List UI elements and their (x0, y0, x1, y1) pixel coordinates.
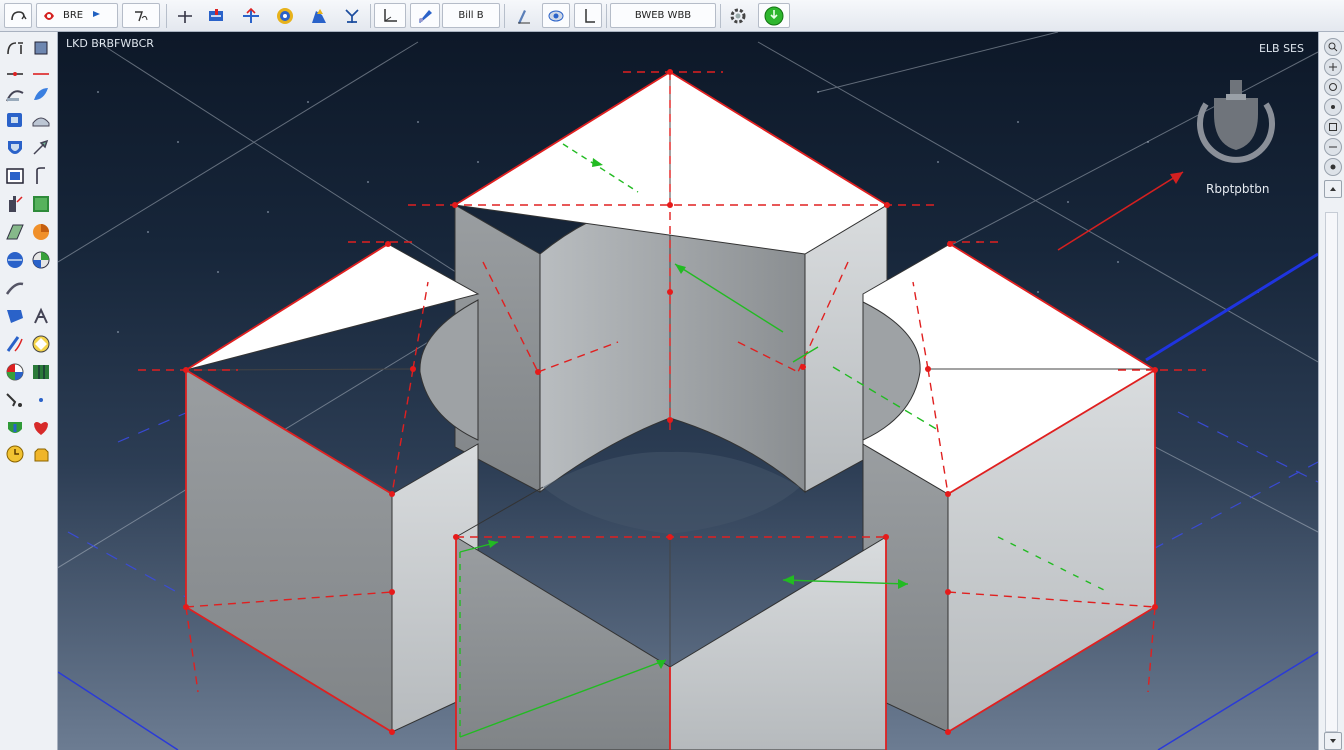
line-tool-icon[interactable] (4, 64, 26, 84)
trace-icon (135, 10, 148, 21)
pocket-tool-icon[interactable] (4, 194, 26, 214)
compass-tool-icon[interactable] (4, 418, 26, 438)
sphere-tool-icon[interactable] (4, 222, 26, 242)
scroll-up-button[interactable] (1324, 180, 1342, 198)
pattern-tool-icon[interactable] (4, 306, 26, 326)
navigation-strip (1318, 32, 1344, 750)
fillet-tool-icon[interactable] (30, 166, 52, 186)
main-toolbar: BRE Bill B BWEB WBB (0, 0, 1344, 32)
gear-button[interactable] (724, 3, 752, 28)
box-tool-icon[interactable] (30, 38, 52, 58)
viewport-title-label: LKD BRBFWBCR (66, 37, 154, 50)
red-sketch-icon (44, 11, 54, 20)
brush-button[interactable] (410, 3, 440, 28)
scene-canvas (58, 32, 1318, 750)
blue-axis-line (1145, 252, 1318, 362)
link-tool-icon[interactable] (4, 250, 26, 270)
rotate-button[interactable] (270, 3, 300, 28)
brush-icon (419, 9, 432, 23)
sketch-tool-icon[interactable] (4, 84, 26, 104)
align-button[interactable] (338, 3, 366, 28)
sweep-tool-icon[interactable] (30, 110, 52, 130)
ruler-button[interactable] (510, 3, 538, 28)
solid-back (453, 71, 888, 494)
look-icon[interactable] (1324, 98, 1342, 116)
sector-tool-icon[interactable] (30, 222, 52, 242)
cad-application: BRE Bill B BWEB WBB LKD BRBFWBCR ELB SES… (0, 0, 1344, 750)
view-cube-label: Rbptpbtbn (1206, 182, 1270, 196)
dimension-button[interactable] (202, 3, 230, 28)
gear-icon (730, 8, 746, 23)
solid-right (862, 243, 1156, 733)
mode-button-group[interactable]: BRE (36, 3, 118, 28)
solid-left (185, 243, 480, 733)
flag-icon (93, 10, 101, 22)
eye-render-icon (548, 10, 564, 21)
red-direction-arrow (1057, 171, 1184, 251)
dot-tool-icon[interactable] (30, 390, 52, 410)
view-group-label: BWEB WBB (634, 10, 692, 21)
point-tool-icon[interactable] (4, 362, 26, 382)
material-tool-icon[interactable] (30, 362, 52, 382)
mode-label: BRE (63, 10, 84, 21)
edit-group-label: Bill B (458, 10, 484, 21)
rib-tool-icon[interactable] (30, 138, 52, 158)
move-arrows-icon (243, 7, 259, 23)
zoom-icon[interactable] (1324, 38, 1342, 56)
scroll-down-button[interactable] (1324, 732, 1342, 750)
measure-tool-icon[interactable] (30, 64, 52, 84)
arc-arrow-icon (11, 10, 27, 20)
snap-tool-icon[interactable] (30, 334, 52, 354)
assembly-tool-icon[interactable] (4, 334, 26, 354)
curve-tool-icon[interactable] (4, 278, 26, 298)
plane-tool-icon[interactable] (30, 194, 52, 214)
run-button[interactable] (758, 3, 790, 28)
dimension-icon (209, 8, 223, 21)
baseline-button[interactable] (574, 3, 602, 28)
green-run-icon (764, 6, 784, 25)
3d-viewport[interactable]: LKD BRBFWBCR ELB SES Rbptpbtbn (58, 32, 1318, 750)
solid-front (455, 451, 887, 750)
axis-button[interactable] (172, 3, 198, 28)
part-tool-icon[interactable] (30, 444, 52, 464)
align-icon (345, 8, 359, 23)
viewport-title: LKD BRBFWBCR (66, 37, 154, 50)
corner-button[interactable] (374, 3, 406, 28)
vertical-scrollbar[interactable] (1325, 212, 1338, 732)
paint-tool-icon[interactable] (4, 390, 26, 410)
baseline-icon (585, 8, 595, 23)
view-icon[interactable] (1324, 138, 1342, 156)
ruler-icon (518, 9, 530, 24)
edit-button-group[interactable]: Bill B (442, 3, 500, 28)
surface-tool-icon[interactable] (30, 84, 52, 104)
render-button[interactable] (542, 3, 570, 28)
render-tool-icon[interactable] (30, 306, 52, 326)
fit-icon[interactable] (1324, 118, 1342, 136)
pan-icon[interactable] (1324, 58, 1342, 76)
assembly-button[interactable] (304, 3, 334, 28)
tool-palette (0, 32, 58, 750)
view-button-group[interactable]: BWEB WBB (610, 3, 716, 28)
wall-tool-icon[interactable] (4, 166, 26, 186)
viewport-corner-info: ELB SES (1258, 42, 1304, 55)
view-cube-icon[interactable] (1184, 76, 1288, 168)
arc-tool-icon[interactable] (4, 38, 26, 58)
mirror-tool-icon[interactable] (30, 250, 52, 270)
trace-button[interactable] (122, 3, 160, 28)
heart-tool-icon[interactable] (30, 418, 52, 438)
extrude-tool-icon[interactable] (4, 110, 26, 130)
assembly-icon (312, 8, 326, 23)
undo-arc-button[interactable] (4, 3, 32, 28)
orbit-icon[interactable] (1324, 78, 1342, 96)
move-button[interactable] (236, 3, 266, 28)
rotate-icon (277, 7, 293, 24)
settings-icon[interactable] (1324, 158, 1342, 176)
clock-tool-icon[interactable] (4, 444, 26, 464)
axis-icon (178, 10, 192, 23)
corner-icon (384, 8, 397, 22)
shell-tool-icon[interactable] (4, 138, 26, 158)
